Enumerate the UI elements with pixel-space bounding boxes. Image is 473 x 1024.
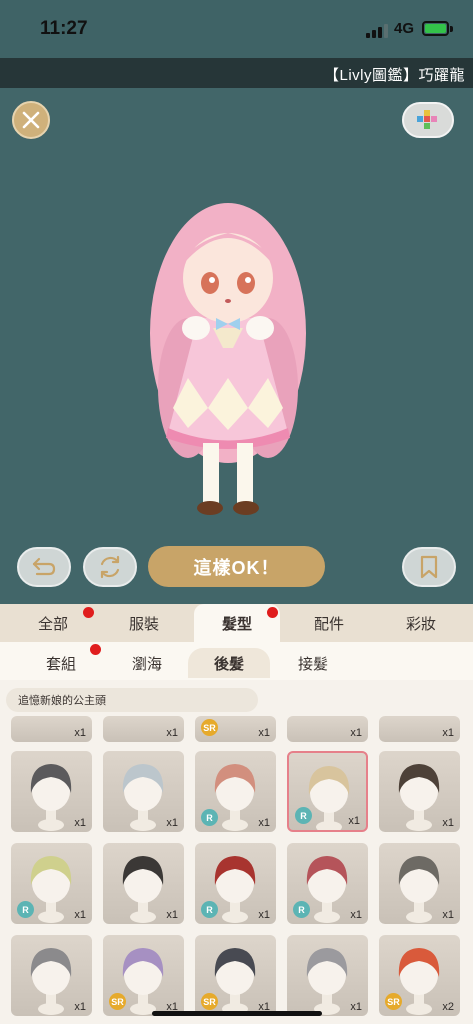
character-avatar bbox=[150, 203, 306, 515]
item-count: x1 bbox=[258, 909, 270, 921]
rarity-badge: R bbox=[201, 809, 218, 826]
bookmark-icon bbox=[420, 555, 438, 579]
tab-label: 全部 bbox=[37, 615, 68, 633]
hair-item[interactable]: Rx1 bbox=[287, 843, 368, 924]
hair-item[interactable]: x1 bbox=[11, 935, 92, 1016]
close-icon bbox=[22, 111, 40, 129]
item-count: x1 bbox=[166, 909, 178, 921]
undo-button[interactable] bbox=[17, 547, 71, 587]
item-count: x1 bbox=[74, 727, 86, 739]
hair-item[interactable]: SR x1 bbox=[103, 935, 184, 1016]
rarity-badge: R bbox=[17, 901, 34, 918]
close-button[interactable] bbox=[12, 101, 50, 139]
bookmark-button[interactable] bbox=[402, 547, 456, 587]
rarity-badge: SR bbox=[109, 993, 126, 1010]
hair-item[interactable]: x1 bbox=[11, 751, 92, 832]
item-count: x1 bbox=[442, 817, 454, 829]
tab-accessories[interactable]: 配件 bbox=[284, 604, 374, 642]
tab-clothing[interactable]: 服裝 bbox=[99, 604, 189, 642]
network-type: 4G bbox=[394, 20, 415, 37]
battery-icon bbox=[422, 21, 449, 36]
hair-item[interactable]: x1 bbox=[11, 716, 92, 742]
item-count: x1 bbox=[350, 909, 362, 921]
hair-item[interactable]: SR x2 bbox=[379, 935, 460, 1016]
subtab-label: 套組 bbox=[45, 655, 76, 673]
tab-label: 服裝 bbox=[128, 615, 159, 633]
undo-icon bbox=[32, 557, 56, 576]
notification-dot bbox=[83, 607, 94, 618]
item-count: x1 bbox=[166, 817, 178, 829]
hair-item[interactable]: x1 bbox=[103, 751, 184, 832]
item-count: x1 bbox=[442, 909, 454, 921]
rarity-badge: R bbox=[293, 901, 310, 918]
subtab-bangs[interactable]: 瀏海 bbox=[102, 648, 192, 678]
subtab-extensions[interactable]: 接髮 bbox=[268, 648, 358, 678]
tab-label: 配件 bbox=[313, 615, 344, 633]
tab-makeup[interactable]: 彩妝 bbox=[376, 604, 466, 642]
grid-color-icon bbox=[417, 110, 437, 129]
hair-item[interactable]: SR x1 bbox=[195, 716, 276, 742]
hair-item[interactable]: x1 bbox=[103, 716, 184, 742]
rarity-badge: SR bbox=[201, 993, 218, 1010]
confirm-outfit-button[interactable]: 這樣OK！ bbox=[148, 546, 325, 587]
hair-item[interactable]: Rx1 bbox=[11, 843, 92, 924]
item-grid: 追憶新娘的公主頭 x1 x1 SR x1 x1 x1 x1 x1 Rx1 Rx1 x1 Rx1 x1 Rx… bbox=[0, 680, 473, 1024]
item-count: x1 bbox=[74, 1001, 86, 1013]
category-tabs: 全部 服裝 髮型 配件 彩妝 bbox=[0, 604, 473, 642]
rarity-badge: SR bbox=[385, 993, 402, 1010]
rotate-icon bbox=[100, 555, 120, 579]
page-title: 【Livly圖鑑】巧躍龍 bbox=[323, 67, 465, 84]
hair-item[interactable]: Rx1 bbox=[287, 751, 368, 832]
rarity-badge: SR bbox=[201, 719, 218, 736]
rarity-badge: R bbox=[201, 901, 218, 918]
subtab-back-hair[interactable]: 後髮 bbox=[188, 648, 270, 678]
subtab-label: 瀏海 bbox=[131, 655, 162, 673]
status-time: 11:27 bbox=[40, 18, 88, 39]
hair-item[interactable]: x1 bbox=[379, 843, 460, 924]
set-name-label: 追憶新娘的公主頭 bbox=[6, 688, 258, 712]
item-count: x1 bbox=[258, 727, 270, 739]
hair-item[interactable]: Rx1 bbox=[195, 751, 276, 832]
tab-label: 彩妝 bbox=[405, 615, 436, 633]
battery-cap bbox=[450, 26, 453, 32]
hair-item[interactable]: x1 bbox=[287, 935, 368, 1016]
status-bar: 11:27 4G bbox=[0, 0, 473, 58]
hair-item[interactable]: x1 bbox=[287, 716, 368, 742]
subtab-label: 接髮 bbox=[297, 655, 328, 673]
subtab-label: 後髮 bbox=[213, 655, 244, 673]
item-count: x1 bbox=[74, 817, 86, 829]
item-count: x1 bbox=[350, 727, 362, 739]
item-count: x1 bbox=[74, 909, 86, 921]
hair-item[interactable]: x1 bbox=[379, 716, 460, 742]
rotate-button[interactable] bbox=[83, 547, 137, 587]
home-indicator bbox=[152, 1011, 322, 1016]
avatar-stage: 這樣OK！ bbox=[0, 88, 473, 604]
hair-item[interactable]: Rx1 bbox=[195, 843, 276, 924]
hair-item[interactable]: SR x1 bbox=[195, 935, 276, 1016]
item-count: x1 bbox=[166, 727, 178, 739]
hair-item[interactable]: x1 bbox=[103, 843, 184, 924]
item-count: x1 bbox=[348, 815, 360, 827]
item-count: x1 bbox=[442, 727, 454, 739]
hairstyle-subtabs: 套組 瀏海 後髮 接髮 bbox=[0, 642, 473, 680]
tab-label: 髮型 bbox=[221, 615, 252, 633]
color-palette-button[interactable] bbox=[402, 102, 454, 138]
item-count: x2 bbox=[442, 1001, 454, 1013]
signal-icon bbox=[366, 24, 388, 38]
notification-dot bbox=[90, 644, 101, 655]
item-count: x1 bbox=[350, 1001, 362, 1013]
title-bar: 【Livly圖鑑】巧躍龍 bbox=[0, 58, 473, 88]
rarity-badge: R bbox=[295, 807, 312, 824]
item-count: x1 bbox=[258, 817, 270, 829]
notification-dot bbox=[267, 607, 278, 618]
hair-item[interactable]: x1 bbox=[379, 751, 460, 832]
